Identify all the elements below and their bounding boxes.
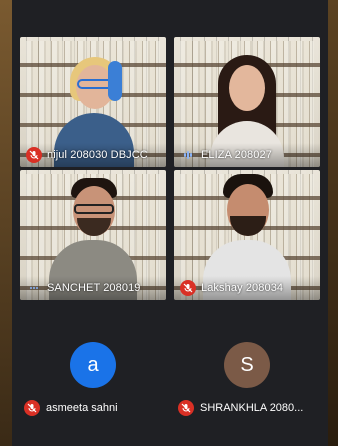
mic-off-icon <box>178 400 194 416</box>
participant-name-bar: ELIZA 208027 <box>174 143 320 167</box>
speaking-indicator-icon <box>26 280 42 296</box>
participant-name-bar: asmeeta sahni <box>20 400 118 416</box>
device-frame-left <box>0 0 12 446</box>
video-tile-1[interactable]: nijul 208030 DBJCC <box>20 37 166 167</box>
device-frame-right <box>328 0 338 446</box>
avatar: a <box>70 342 116 388</box>
video-tile-4[interactable]: Lakshay 208034 <box>174 170 320 300</box>
participant-name-bar: SANCHET 208019 <box>20 276 166 300</box>
participant-name: Lakshay 208034 <box>201 282 284 294</box>
participant-name-bar: nijul 208030 DBJCC <box>20 143 166 167</box>
participant-name-bar: Lakshay 208034 <box>174 276 320 300</box>
speaking-indicator-icon <box>180 147 196 163</box>
participant-name-bar: SHRANKHLA 2080... <box>174 400 303 416</box>
video-tile-2[interactable]: ELIZA 208027 <box>174 37 320 167</box>
audio-tile-2[interactable]: S SHRANKHLA 2080... <box>174 342 320 422</box>
participant-name: SHRANKHLA 2080... <box>200 402 304 414</box>
participant-name: SANCHET 208019 <box>47 282 141 294</box>
mic-off-icon <box>180 280 196 296</box>
meeting-screen: nijul 208030 DBJCC ELIZA 208027 SANCHET … <box>12 0 328 446</box>
mic-off-icon <box>24 400 40 416</box>
participant-name: ELIZA 208027 <box>201 149 272 161</box>
participant-name: nijul 208030 DBJCC <box>47 149 148 161</box>
status-bar <box>12 0 328 32</box>
audio-tile-1[interactable]: a asmeeta sahni <box>20 342 166 422</box>
mic-off-icon <box>26 147 42 163</box>
video-tile-3[interactable]: SANCHET 208019 <box>20 170 166 300</box>
avatar: S <box>224 342 270 388</box>
participant-name: asmeeta sahni <box>46 402 118 414</box>
